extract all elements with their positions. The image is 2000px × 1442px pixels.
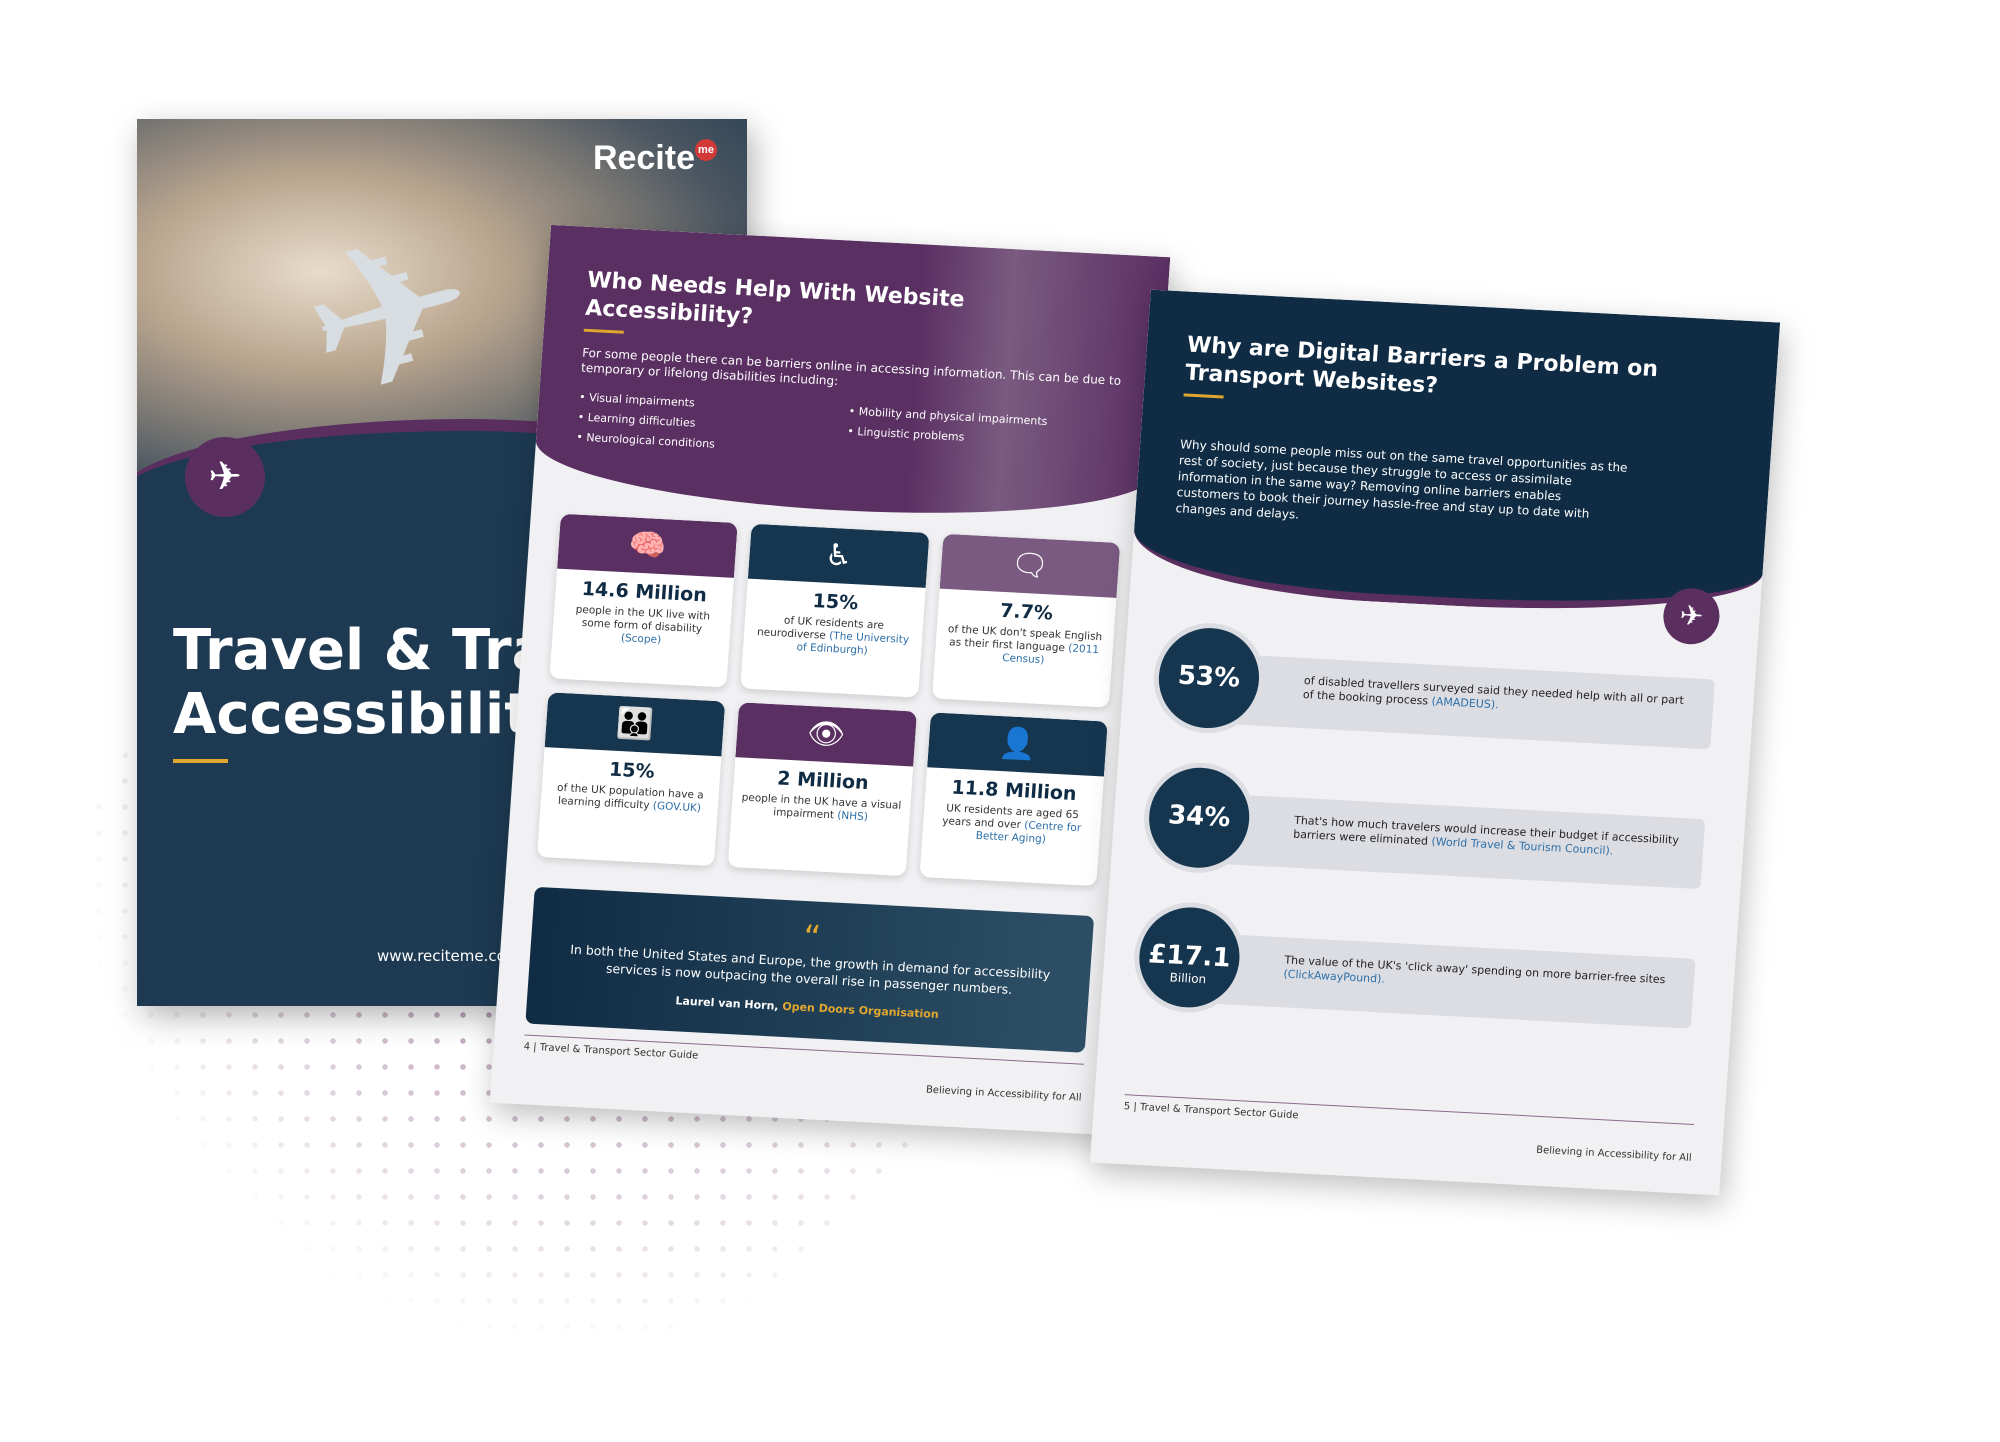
stat-text: people in the UK have a visual impairmen… bbox=[741, 791, 902, 824]
stat-list: of disabled travellers surveyed said the… bbox=[1101, 619, 1757, 1041]
stat-text: of UK residents are neurodiverse (The Un… bbox=[756, 614, 910, 657]
title-underline bbox=[583, 328, 624, 334]
stat-text: of the UK population have a learning dif… bbox=[556, 781, 705, 815]
brain-icon: 🧠 bbox=[557, 513, 739, 578]
elderly-person-icon: 👤 bbox=[926, 712, 1108, 777]
cover-url: www.reciteme.co bbox=[377, 947, 506, 965]
stat-row: The value of the UK's 'click away' spend… bbox=[1130, 899, 1698, 1039]
wheelchair-icon: ♿ bbox=[748, 523, 930, 588]
language-icon: 🗨 bbox=[939, 533, 1121, 598]
stat-card: 🗨 7.7% of the UK don't speak English as … bbox=[931, 533, 1121, 708]
stat-row: of disabled travellers surveyed said the… bbox=[1150, 620, 1717, 759]
page-footer: 5 | Travel & Transport Sector Guide Belie… bbox=[1121, 1094, 1695, 1164]
left-page: Who Needs Help With Website Accessibilit… bbox=[489, 224, 1171, 1136]
stat-text: of disabled travellers surveyed said the… bbox=[1210, 653, 1716, 750]
quote-box: “ In both the United States and Europe, … bbox=[525, 886, 1095, 1053]
stat-text: UK residents are aged 65 years and over … bbox=[941, 802, 1082, 846]
page-title: Who Needs Help With Website Accessibilit… bbox=[584, 267, 966, 330]
stat-cards: 🧠 14.6 Million people in the UK live wit… bbox=[506, 494, 1152, 906]
left-page-header: Who Needs Help With Website Accessibilit… bbox=[532, 224, 1171, 527]
stat-text: That's how much travelers would increase… bbox=[1201, 793, 1706, 890]
title-underline bbox=[173, 759, 228, 763]
intro-text: Why should some people miss out on the s… bbox=[1175, 437, 1628, 522]
stat-row: That's how much travelers would increase… bbox=[1140, 760, 1707, 899]
title-underline bbox=[1183, 393, 1224, 399]
page-title: Why are Digital Barriers a Problem on Tr… bbox=[1184, 332, 1659, 399]
stat-card: 👪 15% of the UK population have a learni… bbox=[536, 692, 726, 867]
right-page-header: Why are Digital Barriers a Problem on Tr… bbox=[1129, 289, 1781, 622]
stat-card: 🧠 14.6 Million people in the UK live wit… bbox=[549, 513, 739, 688]
recite-me-logo: Recite me bbox=[593, 139, 717, 178]
stat-card: 👁 2 Million people in the UK have a visu… bbox=[728, 702, 917, 877]
stat-text: of the UK don't speak English as their f… bbox=[947, 623, 1103, 667]
stat-card: ♿ 15% of UK residents are neurodiverse (… bbox=[740, 523, 930, 698]
airplane-icon: ✈ bbox=[185, 437, 265, 517]
stat-text: The value of the UK's 'click away' spend… bbox=[1191, 932, 1696, 1029]
stat-card: 👤 11.8 Million UK residents are aged 65 … bbox=[919, 712, 1108, 887]
people-icon: 👪 bbox=[544, 692, 726, 757]
eye-slash-icon: 👁 bbox=[735, 702, 917, 767]
right-page: Why are Digital Barriers a Problem on Tr… bbox=[1089, 289, 1781, 1196]
disability-list: • Visual impairments • Mobility and phys… bbox=[576, 388, 1120, 476]
stat-text: people in the UK live with some form of … bbox=[575, 603, 711, 647]
